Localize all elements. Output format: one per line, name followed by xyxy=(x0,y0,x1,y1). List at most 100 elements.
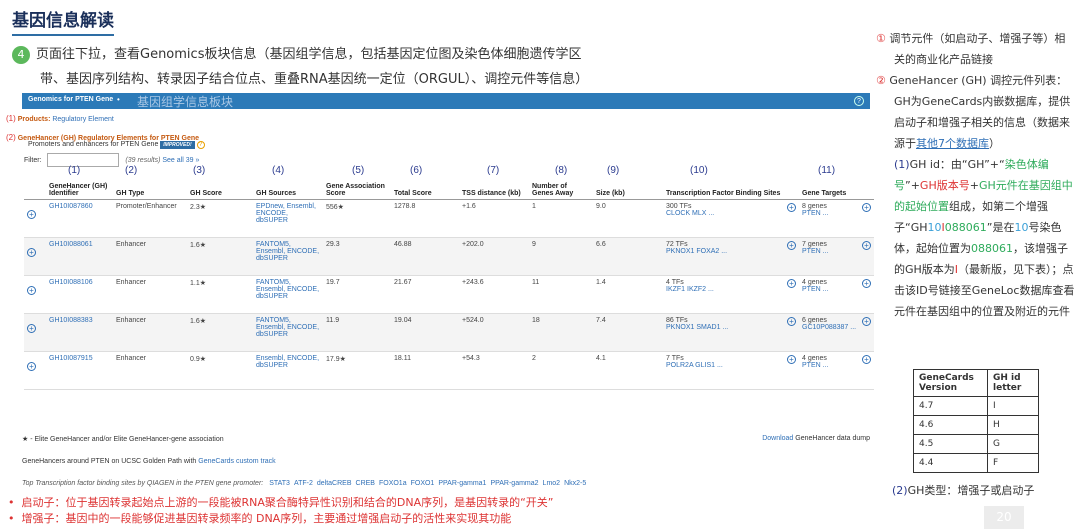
gh-id-marker: (1) xyxy=(894,158,910,171)
col-header[interactable]: GH Type xyxy=(113,175,187,200)
other-databases-link[interactable]: 其他7个数据库 xyxy=(916,137,989,150)
gh-sources-link[interactable]: FANTOM5, Ensembl, ENCODE, dbSUPER xyxy=(256,241,319,262)
expand-icon[interactable]: + xyxy=(787,278,796,288)
tf-link[interactable]: Lmo2 xyxy=(543,480,561,487)
tf-count: 4 TFs xyxy=(666,278,684,286)
col-header[interactable]: Transcription Factor Binding Sites xyxy=(663,175,799,200)
gh-sources-link[interactable]: EPDnew, Ensembl, ENCODE, dbSUPER xyxy=(256,203,316,224)
expand-icon[interactable]: + xyxy=(27,361,36,371)
table-cell: 4.5 xyxy=(913,434,988,454)
col-header[interactable]: Gene Association Score xyxy=(323,175,391,200)
genehancer-help-icon[interactable]: ? xyxy=(196,141,205,149)
col-header[interactable]: GH Score xyxy=(187,175,253,200)
genehancer-table: GeneHancer (GH) Identifier GH Type GH Sc… xyxy=(24,175,874,390)
improved-badge: IMPROVED! xyxy=(160,141,195,149)
tf-link[interactable]: PPAR-gamma1 xyxy=(438,480,486,487)
expand-icon[interactable]: + xyxy=(27,323,36,333)
target-names-link[interactable]: GC10P088387 ... xyxy=(802,324,856,331)
genes-away: 2 xyxy=(529,351,593,390)
gh-type: Promoter/Enhancer xyxy=(113,199,187,238)
gh-sources-link[interactable]: FANTOM5, Ensembl, ENCODE, dbSUPER xyxy=(256,279,319,300)
download-row: Download GeneHancer data dump xyxy=(762,435,870,442)
col-header[interactable]: Size (kb) xyxy=(593,175,663,200)
tf-link[interactable]: FOXO1 xyxy=(411,480,435,487)
tf-names-link[interactable]: PKNOX1 SMAD1 ... xyxy=(666,324,728,331)
table-row: 4.7 I xyxy=(913,396,1039,416)
expand-icon[interactable]: + xyxy=(27,285,36,295)
note-2: ② GeneHancer (GH) 调控元件列表：GH为GeneCards内嵌数… xyxy=(876,70,1076,154)
promoter-definition: 启动子：位于基因转录起始点上游的一段能被RNA聚合酶特异性识别和结合的DNA序列… xyxy=(21,496,554,509)
gh-sources-link[interactable]: Ensembl, ENCODE, dbSUPER xyxy=(256,355,319,369)
gh-type: Enhancer xyxy=(113,351,187,390)
example-position: 088061 xyxy=(971,242,1013,255)
gh-id-text: ”+ xyxy=(905,179,920,192)
col-header[interactable]: Gene Targets xyxy=(799,175,874,200)
download-link[interactable]: Download xyxy=(762,435,793,442)
gh-id-link[interactable]: GH10I088061 xyxy=(49,241,93,248)
size-kb: 7.4 xyxy=(593,313,663,352)
expand-icon[interactable]: + xyxy=(787,316,796,326)
col-header[interactable]: Total Score xyxy=(391,175,459,200)
tf-link[interactable]: FOXO1a xyxy=(379,480,407,487)
see-all-link[interactable]: See all 39 » xyxy=(162,157,199,164)
note-1-text: 调节元件（如启动子、增强子等）相关的商业化产品链接 xyxy=(889,32,1066,66)
gh-id-text: + xyxy=(969,179,979,192)
gh-id-link[interactable]: GH10I088383 xyxy=(49,317,93,324)
tss-distance: +524.0 xyxy=(459,313,529,352)
col-header[interactable]: GH Sources xyxy=(253,175,323,200)
gh-type-note: (2)GH类型：增强子或启动子 xyxy=(892,482,1034,498)
tf-names-link[interactable]: IKZF1 IKZF2 ... xyxy=(666,286,714,293)
col-header: GeneCards Version xyxy=(913,369,988,397)
expand-icon[interactable]: + xyxy=(787,202,796,212)
assoc-score: 29.3 xyxy=(323,237,391,276)
expand-icon[interactable]: + xyxy=(27,247,36,257)
table-cell: G xyxy=(987,434,1039,454)
target-names-link[interactable]: PTEN ... xyxy=(802,362,828,369)
gh-id-link[interactable]: GH10I087915 xyxy=(49,355,93,362)
expand-icon[interactable]: + xyxy=(787,354,796,364)
tf-names-link[interactable]: PKNOX1 FOXA2 ... xyxy=(666,248,727,255)
target-names-link[interactable]: PTEN ... xyxy=(802,248,828,255)
tf-names-link[interactable]: CLOCK MLX ... xyxy=(666,210,714,217)
gh-id-link[interactable]: GH10I088106 xyxy=(49,279,93,286)
note-1: ① 调节元件（如启动子、增强子等）相关的商业化产品链接 xyxy=(876,28,1076,70)
help-icon[interactable]: ? xyxy=(854,96,864,106)
list-item: • 增强子：基因中的一段能够促进基因转录频率的 DNA序列，主要通过增强启动子的… xyxy=(8,512,512,525)
tf-link[interactable]: PPAR-gamma2 xyxy=(490,480,538,487)
tf-link[interactable]: CREB xyxy=(356,480,375,487)
tf-link[interactable]: deltaCREB xyxy=(317,480,352,487)
target-names-link[interactable]: PTEN ... xyxy=(802,210,828,217)
tf-link[interactable]: Nkx2-5 xyxy=(564,480,586,487)
table-row: GeneCards Version GH id letter xyxy=(913,369,1039,397)
genomics-overlay-label: 基因组学信息板块 xyxy=(137,95,234,109)
expand-icon[interactable]: + xyxy=(787,240,796,250)
tf-link[interactable]: ATF-2 xyxy=(294,480,313,487)
expand-icon[interactable]: + xyxy=(862,354,871,364)
custom-track-link[interactable]: GeneCards custom track xyxy=(198,458,275,465)
expand-icon[interactable]: + xyxy=(862,316,871,326)
genomics-heading: Genomics for PTEN Gene xyxy=(28,96,114,103)
tf-count: 300 TFs xyxy=(666,202,692,210)
tf-binding-links: STAT3 ATF-2 deltaCREB CREB FOXO1a FOXO1 PPAR-g… xyxy=(265,480,586,487)
gh-sources-link[interactable]: FANTOM5, Ensembl, ENCODE, dbSUPER xyxy=(256,317,319,338)
target-names-link[interactable]: PTEN ... xyxy=(802,286,828,293)
gh-score: 1.1★ xyxy=(187,275,253,314)
target-count: 4 genes xyxy=(802,354,827,362)
tss-distance: +1.6 xyxy=(459,199,529,238)
col-header[interactable]: GeneHancer (GH) Identifier xyxy=(46,175,113,200)
gh-id-link[interactable]: GH10I087860 xyxy=(49,203,93,210)
tss-distance: +54.3 xyxy=(459,351,529,390)
tf-names-link[interactable]: POLR2A GLIS1 ... xyxy=(666,362,723,369)
col-header[interactable]: TSS distance (kb) xyxy=(459,175,529,200)
col-header[interactable]: Number of Genes Away xyxy=(529,175,593,200)
genes-away: 9 xyxy=(529,237,593,276)
note-1-marker: ① xyxy=(876,32,886,45)
expand-icon[interactable]: + xyxy=(862,240,871,250)
expand-icon[interactable]: + xyxy=(862,278,871,288)
size-kb: 1.4 xyxy=(593,275,663,314)
expand-icon[interactable]: + xyxy=(862,202,871,212)
expand-icon[interactable]: + xyxy=(27,209,36,219)
tf-link[interactable]: STAT3 xyxy=(269,480,290,487)
regulatory-element-link[interactable]: Regulatory Element xyxy=(52,116,113,123)
table-body: + GH10I087860 Promoter/Enhancer 2.3★ EPDnew,… xyxy=(24,199,874,390)
